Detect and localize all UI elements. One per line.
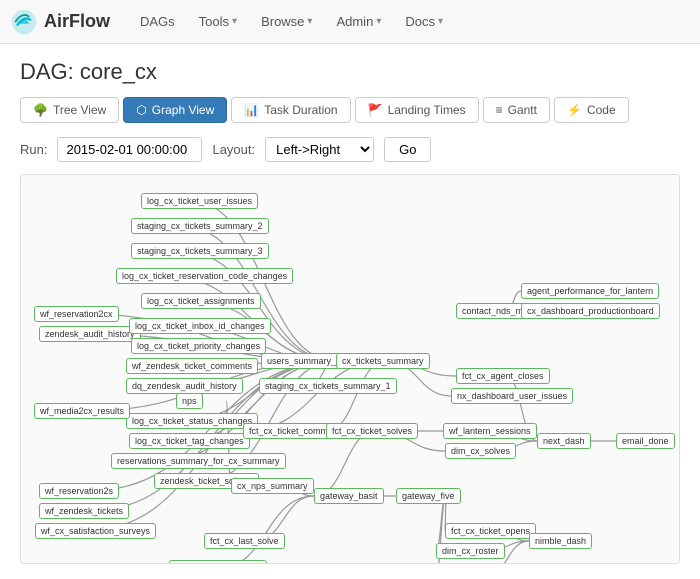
nav-browse[interactable]: Browse ▾ <box>251 10 322 33</box>
tab-landing-times[interactable]: 🚩 Landing Times <box>355 97 479 123</box>
tools-dropdown-arrow: ▾ <box>232 16 237 27</box>
graph-view-icon: ⬡ <box>136 103 146 117</box>
layout-label: Layout: <box>212 142 255 157</box>
task-duration-icon: 📊 <box>244 103 259 117</box>
dag-node[interactable]: email_done <box>616 433 675 449</box>
dag-node[interactable]: log_cx_ticket_inbox_id_changes <box>129 318 271 334</box>
nav-tools[interactable]: Tools ▾ <box>189 10 247 33</box>
dag-node[interactable]: log_cx_ticket_priority_changes <box>131 338 266 354</box>
browse-dropdown-arrow: ▾ <box>307 16 312 27</box>
run-bar: Run: Layout: Left->Right Top->Bottom Go <box>20 137 680 162</box>
graph-container: log_cx_ticket_user_issues staging_cx_tick… <box>20 174 680 564</box>
dag-node[interactable]: fct_cx_ticket_solves <box>326 423 418 439</box>
go-button[interactable]: Go <box>384 137 431 162</box>
tab-graph-view[interactable]: ⬡ Graph View <box>123 97 227 123</box>
brand-name: AirFlow <box>44 11 110 32</box>
dag-node[interactable]: nps <box>176 393 203 409</box>
dag-node[interactable]: log_cx_ticket_reservation_code_changes <box>116 268 293 284</box>
dag-node[interactable]: staging_cx_tickets_summary_2 <box>131 218 269 234</box>
code-icon: ⚡ <box>567 103 582 117</box>
dag-node[interactable]: wf_media2cx_results <box>34 403 130 419</box>
nav-items: DAGs Tools ▾ Browse ▾ Admin ▾ Docs ▾ <box>130 0 453 43</box>
layout-select[interactable]: Left->Right Top->Bottom <box>265 137 374 162</box>
dag-node[interactable]: next_dash <box>537 433 591 449</box>
dag-node[interactable]: wf_lantern_sessions <box>443 423 537 439</box>
dag-node[interactable]: log_cx_ticket_tag_changes <box>129 433 250 449</box>
dag-node[interactable]: wf_cx_satisfaction_surveys <box>35 523 156 539</box>
page-title: DAG: core_cx <box>20 59 680 85</box>
dag-node[interactable]: nimble_dash <box>529 533 592 549</box>
dag-node[interactable]: fct_cx_agent_closes <box>456 368 550 384</box>
tab-gantt[interactable]: ≡ Gantt <box>483 97 550 123</box>
dag-node[interactable]: fct_cx_last_solve <box>204 533 285 549</box>
brand-logo-link[interactable]: AirFlow <box>10 8 110 36</box>
dag-node[interactable]: dim_cx_solves <box>445 443 516 459</box>
navbar: AirFlow DAGs Tools ▾ Browse ▾ Admin ▾ Do… <box>0 0 700 44</box>
nav-dags[interactable]: DAGs <box>130 10 185 33</box>
tab-task-duration[interactable]: 📊 Task Duration <box>231 97 350 123</box>
dag-node[interactable]: cx_tickets_summary <box>336 353 430 369</box>
nav-admin[interactable]: Admin ▾ <box>326 10 391 33</box>
airflow-logo <box>10 8 38 36</box>
dag-node[interactable]: staging_cx_tickets_summary_3 <box>131 243 269 259</box>
landing-times-icon: 🚩 <box>368 103 383 117</box>
dag-node[interactable]: nx_dashboard_user_issues <box>451 388 573 404</box>
dag-node[interactable]: wf_zendesk_ticket_comments <box>126 358 258 374</box>
dag-node[interactable]: log_cx_ticket_user_issues <box>141 193 258 209</box>
dag-node[interactable]: dq_zendesk_audit_history <box>126 378 243 394</box>
dag-node[interactable]: staging_cx_tickets_summary_1 <box>259 378 397 394</box>
admin-dropdown-arrow: ▾ <box>376 16 381 27</box>
dag-node[interactable]: dim_cx_roster <box>436 543 505 559</box>
run-label: Run: <box>20 142 47 157</box>
dag-node[interactable]: wf_reservation2cx <box>34 306 119 322</box>
dag-node[interactable]: fct_cx_ticket_channel <box>169 560 267 564</box>
dag-node[interactable]: cx_dashboard_productionboard <box>521 303 660 319</box>
docs-dropdown-arrow: ▾ <box>438 16 443 27</box>
dag-node[interactable]: reservations_summary_for_cx_summary <box>111 453 286 469</box>
tab-bar: 🌳 Tree View ⬡ Graph View 📊 Task Duration… <box>20 97 680 123</box>
gantt-icon: ≡ <box>496 103 503 117</box>
dag-node[interactable]: gateway_five <box>396 488 461 504</box>
tree-view-icon: 🌳 <box>33 103 48 117</box>
tab-code[interactable]: ⚡ Code <box>554 97 629 123</box>
dag-node[interactable]: fct_cx_ticket_opens <box>445 523 536 539</box>
nav-docs[interactable]: Docs ▾ <box>395 10 453 33</box>
dag-node[interactable]: agent_performance_for_lantern <box>521 283 659 299</box>
tab-tree-view[interactable]: 🌳 Tree View <box>20 97 119 123</box>
run-input[interactable] <box>57 137 202 162</box>
dag-node[interactable]: log_cx_ticket_status_changes <box>126 413 258 429</box>
dag-node[interactable]: wf_zendesk_tickets <box>39 503 129 519</box>
dag-node[interactable]: log_cx_ticket_assignments <box>141 293 261 309</box>
dag-node[interactable]: wf_reservation2s <box>39 483 119 499</box>
dag-node[interactable]: gateway_basit <box>314 488 384 504</box>
dag-node[interactable]: cx_nps_summary <box>231 478 314 494</box>
dag-node[interactable]: zendesk_audit_history <box>39 326 141 342</box>
page-content: DAG: core_cx 🌳 Tree View ⬡ Graph View 📊 … <box>0 44 700 579</box>
